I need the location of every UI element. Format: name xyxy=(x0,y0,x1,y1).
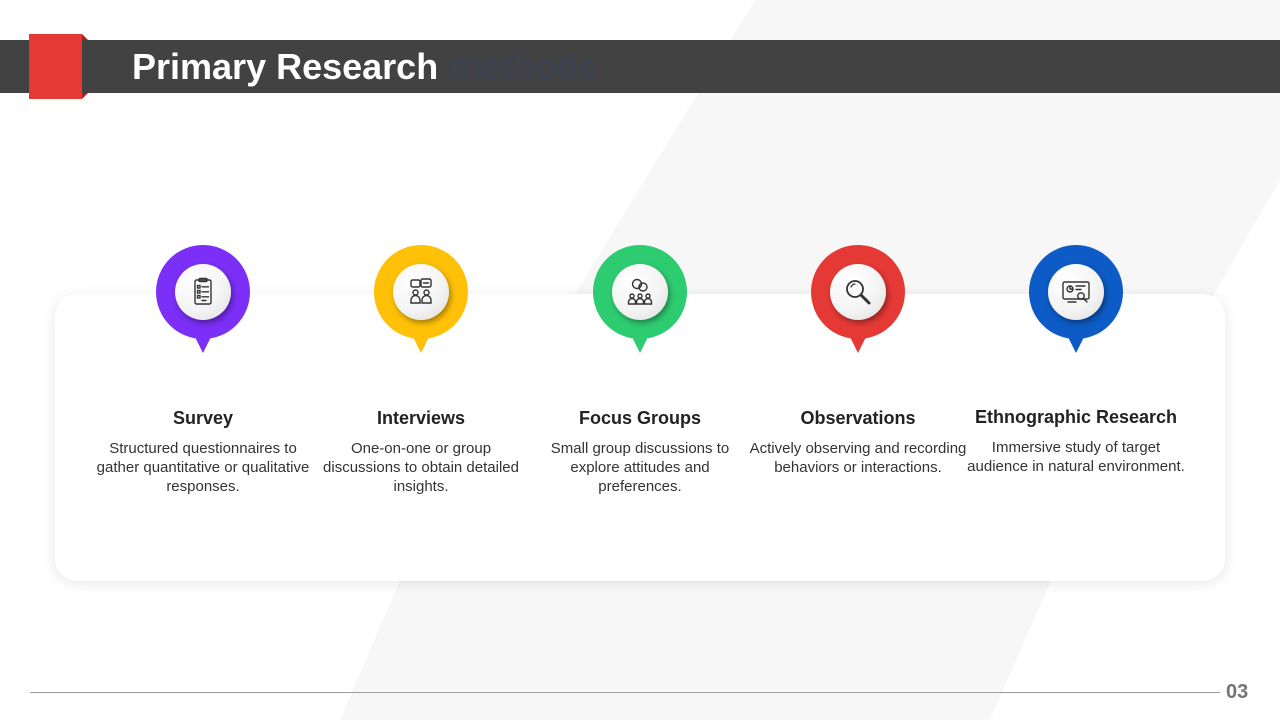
slide-title-faded: methods xyxy=(448,46,599,87)
method-description: Structured questionnaires to gather quan… xyxy=(96,440,310,495)
method-observations: Observations Actively observing and reco… xyxy=(748,245,968,505)
method-description: Actively observing and recording behavio… xyxy=(749,440,967,476)
observations-pin xyxy=(811,245,905,355)
footer-divider xyxy=(30,692,1220,693)
method-title: Interviews xyxy=(376,408,466,428)
method-description: One-on-one or group discussions to obtai… xyxy=(323,440,519,495)
method-interviews: Interviews One-on-one or group discussio… xyxy=(311,245,531,505)
survey-clipboard-icon xyxy=(194,277,212,305)
page-number: 03 xyxy=(1226,681,1249,703)
method-description: Small group discussions to explore attit… xyxy=(550,440,730,495)
method-title: Ethnographic Research xyxy=(974,407,1178,427)
slide-title-main: Primary Research xyxy=(132,46,439,87)
method-description: Immersive study of target audience in na… xyxy=(967,439,1185,475)
survey-pin xyxy=(156,245,250,355)
method-title: Focus Groups xyxy=(578,408,701,428)
method-ethnographic-research: Ethnographic Research Immersive study of… xyxy=(966,245,1186,505)
method-title: Observations xyxy=(800,408,916,428)
slide-title: Primary Research methods xyxy=(132,44,598,90)
research-screen-icon xyxy=(1062,281,1090,303)
magnifier-icon xyxy=(846,280,871,305)
interview-people-icon xyxy=(410,278,432,304)
focus-groups-pin xyxy=(593,245,687,355)
method-survey: Survey Structured questionnaires to gath… xyxy=(93,245,313,505)
title-accent-tab xyxy=(29,34,82,99)
title-accent-fold xyxy=(82,93,88,99)
focus-group-icon xyxy=(627,278,653,305)
title-accent-fold xyxy=(82,34,88,40)
interviews-pin xyxy=(374,245,468,355)
ethnographic-pin xyxy=(1029,245,1123,355)
method-focus-groups: Focus Groups Small group discussions to … xyxy=(530,245,750,505)
method-title: Survey xyxy=(172,408,234,428)
